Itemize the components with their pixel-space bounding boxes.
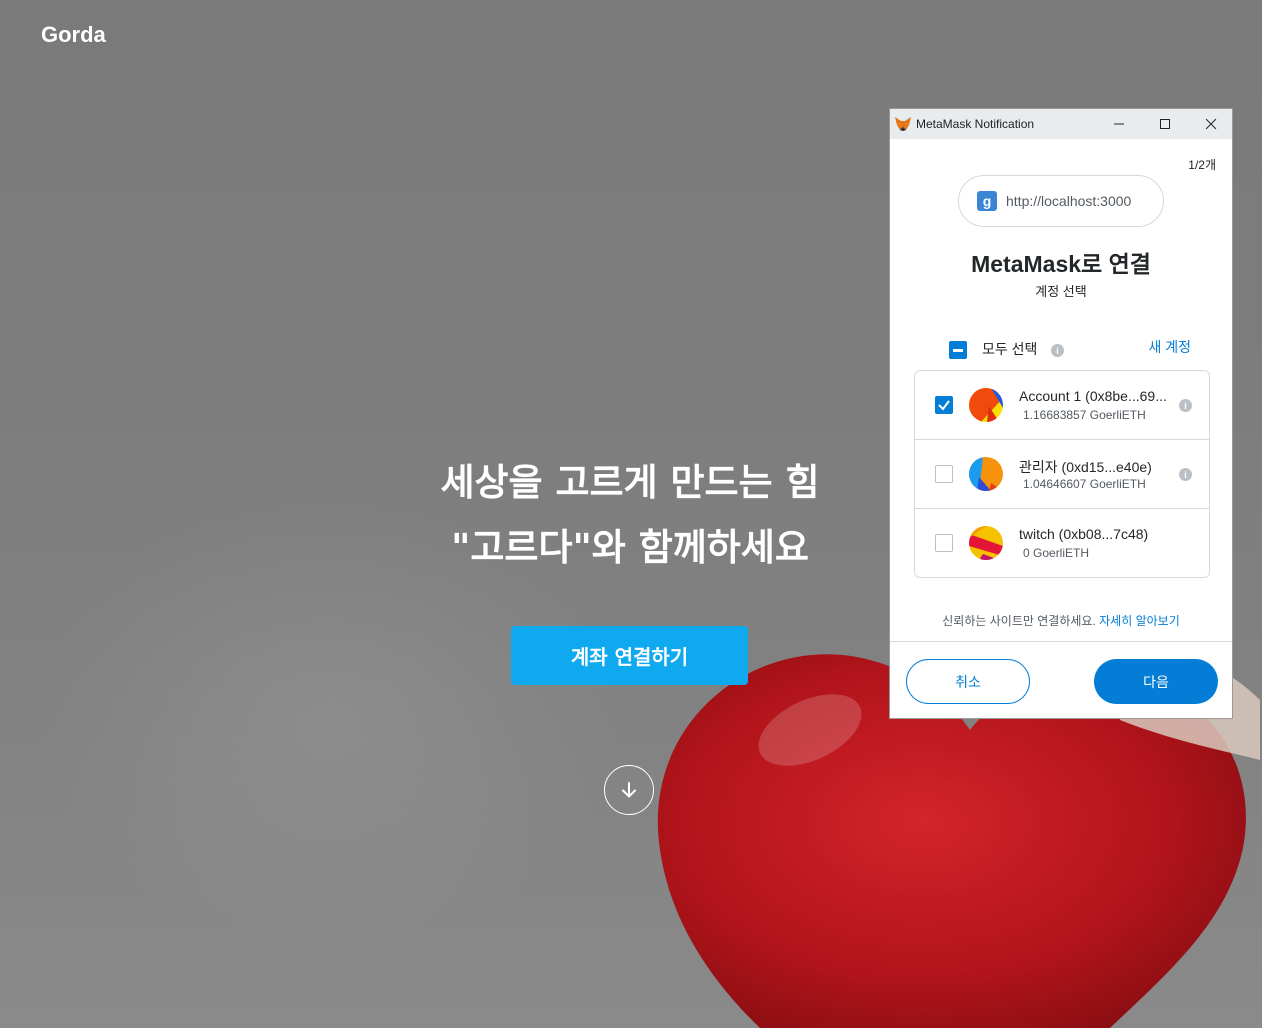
metamask-fox-icon (895, 117, 911, 131)
hero-headline-line1: 세상을 고르게 만드는 힘 (440, 461, 820, 504)
site-origin-pill: g http://localhost:3000 (958, 175, 1164, 227)
arrow-down-icon (622, 782, 636, 798)
scroll-down-button[interactable] (604, 765, 654, 815)
select-all-checkbox[interactable] (949, 341, 967, 359)
account-row[interactable]: twitch (0xb08...7c48) 0 GoerliETH (915, 509, 1209, 577)
site-favicon-icon: g (977, 191, 997, 211)
site-url: http://localhost:3000 (1006, 193, 1132, 209)
request-counter: 1/2개 (1188, 158, 1216, 172)
account-name: Account 1 (0x8be...69... (1019, 388, 1167, 404)
account-checkbox[interactable] (935, 534, 953, 552)
account-avatar-icon (969, 457, 1003, 491)
minimize-icon (1114, 123, 1124, 125)
account-checkbox[interactable] (935, 396, 953, 414)
account-name: 관리자 (0xd15...e40e) (1019, 459, 1152, 475)
account-balance: 0 GoerliETH (1023, 546, 1090, 560)
trust-note: 신뢰하는 사이트만 연결하세요. 자세히 알아보기 (890, 612, 1232, 629)
account-name: twitch (0xb08...7c48) (1019, 526, 1149, 542)
logo[interactable]: Gorda (41, 22, 106, 48)
cancel-button[interactable]: 취소 (906, 659, 1030, 704)
info-icon[interactable]: i (1179, 468, 1192, 481)
connect-account-button[interactable]: 계좌 연결하기 (511, 626, 748, 685)
account-avatar-icon (969, 388, 1003, 422)
close-icon (1205, 118, 1217, 130)
account-balance: 1.16683857 GoerliETH (1023, 408, 1146, 422)
info-icon[interactable]: i (1051, 344, 1064, 357)
learn-more-link[interactable]: 자세히 알아보기 (1099, 614, 1180, 628)
footer-divider (890, 641, 1232, 642)
window-title: MetaMask Notification (916, 117, 1035, 131)
connect-heading: MetaMask로 연결 (971, 251, 1151, 277)
account-row[interactable]: Account 1 (0x8be...69... 1.16683857 Goer… (915, 371, 1209, 440)
metamask-notification-window: MetaMask Notification 1/2개 g http://loca… (889, 108, 1233, 719)
new-account-link[interactable]: 새 계정 (1148, 337, 1191, 357)
account-list: Account 1 (0x8be...69... 1.16683857 Goer… (914, 370, 1210, 578)
hero-headline-line2: "고르다"와 함께하세요 (451, 526, 809, 569)
next-button[interactable]: 다음 (1094, 659, 1218, 704)
maximize-icon (1160, 119, 1170, 129)
maximize-button[interactable] (1142, 109, 1188, 139)
account-checkbox[interactable] (935, 465, 953, 483)
select-all-label: 모두 선택 (982, 341, 1038, 357)
window-titlebar[interactable]: MetaMask Notification (890, 109, 1232, 139)
trust-note-text: 신뢰하는 사이트만 연결하세요. (942, 614, 1096, 628)
account-row[interactable]: 관리자 (0xd15...e40e) 1.04646607 GoerliETH … (915, 440, 1209, 509)
info-icon[interactable]: i (1179, 399, 1192, 412)
connect-subheading: 계정 선택 (1035, 284, 1087, 299)
account-balance: 1.04646607 GoerliETH (1023, 477, 1146, 491)
close-button[interactable] (1188, 109, 1234, 139)
account-avatar-icon (969, 526, 1003, 560)
check-icon (938, 400, 950, 411)
minimize-button[interactable] (1096, 109, 1142, 139)
